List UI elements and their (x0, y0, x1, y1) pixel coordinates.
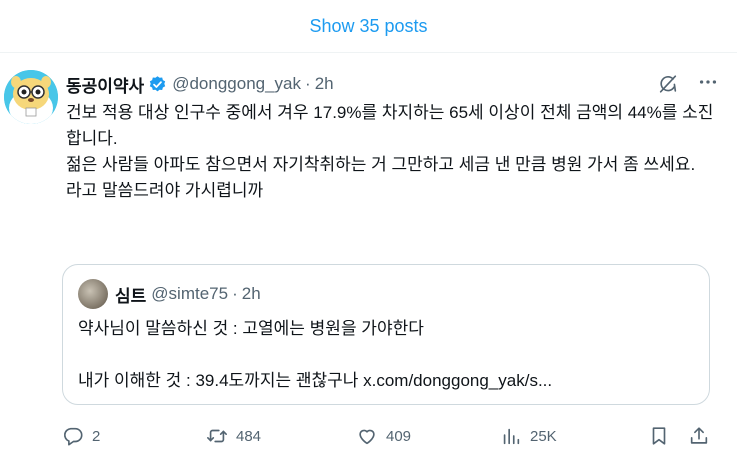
quoted-post[interactable]: 심트 @simte75 · 2h 약사님이 말씀하신 것 : 고열에는 병원을 … (62, 264, 710, 405)
author-avatar[interactable] (4, 70, 58, 124)
repost-icon (207, 429, 227, 443)
post-time[interactable]: 2h (315, 74, 334, 94)
post[interactable]: 동공이약사 @donggong_yak · 2h 건보 적용 대상 인구수 중에… (0, 53, 737, 463)
views-count: 25K (530, 427, 557, 445)
share-button[interactable] (688, 421, 716, 451)
show-new-posts-button[interactable]: Show 35 posts (0, 0, 737, 53)
separator-dot: · (232, 284, 238, 303)
views-chart-icon (503, 428, 520, 445)
quote-author-avatar[interactable] (78, 279, 108, 309)
reply-button[interactable]: 2 (62, 421, 100, 451)
heart-icon (359, 429, 375, 445)
author-name[interactable]: 동공이약사 (66, 72, 144, 97)
views-button[interactable]: 25K (500, 421, 557, 451)
post-text-line: 라고 말씀드려야 가시렵니까 (66, 181, 264, 200)
post-text: 건보 적용 대상 인구수 중에서 겨우 17.9%를 차지하는 65세 이상이 … (66, 100, 716, 204)
quote-text-line: 약사님이 말씀하신 것 : 고열에는 병원을 가야한다 (78, 319, 424, 338)
reply-icon (63, 427, 83, 446)
post-text-line: 건보 적용 대상 인구수 중에서 겨우 17.9%를 차지하는 65세 이상이 … (66, 103, 714, 148)
share-icon (690, 427, 708, 444)
post-text-line: 젊은 사람들 아파도 참으면서 자기착취하는 거 그만하고 세금 낸 만큼 병원… (66, 155, 696, 174)
quote-text: 약사님이 말씀하신 것 : 고열에는 병원을 가야한다 내가 이해한 것 : 3… (78, 316, 698, 394)
repost-button[interactable]: 484 (206, 421, 261, 451)
author-handle[interactable]: @donggong_yak (172, 74, 301, 94)
reply-count: 2 (92, 427, 101, 445)
quote-text-line: 내가 이해한 것 : 39.4도까지는 괜찮구나 x.com/donggong_… (78, 371, 553, 390)
quote-author-handle: @simte75 (151, 284, 229, 303)
repost-count: 484 (236, 427, 262, 445)
separator-dot: · (305, 74, 311, 93)
show-posts-label: Show 35 posts (309, 15, 428, 36)
like-button[interactable]: 409 (356, 421, 411, 451)
quote-author-name: 심트 (115, 286, 147, 306)
like-count: 409 (386, 427, 412, 445)
quote-text-line (78, 342, 698, 368)
quote-time: 2h (241, 284, 261, 303)
bookmark-button[interactable] (648, 421, 676, 451)
grok-icon[interactable] (657, 73, 679, 95)
quote-header: 심트 @simte75 · 2h (115, 282, 261, 306)
action-bar: 2 484 409 25K (56, 421, 721, 451)
verified-badge-icon[interactable] (148, 75, 167, 94)
more-icon[interactable] (693, 67, 723, 97)
bookmark-icon (652, 427, 666, 445)
post-header: 동공이약사 @donggong_yak · 2h (66, 71, 717, 97)
